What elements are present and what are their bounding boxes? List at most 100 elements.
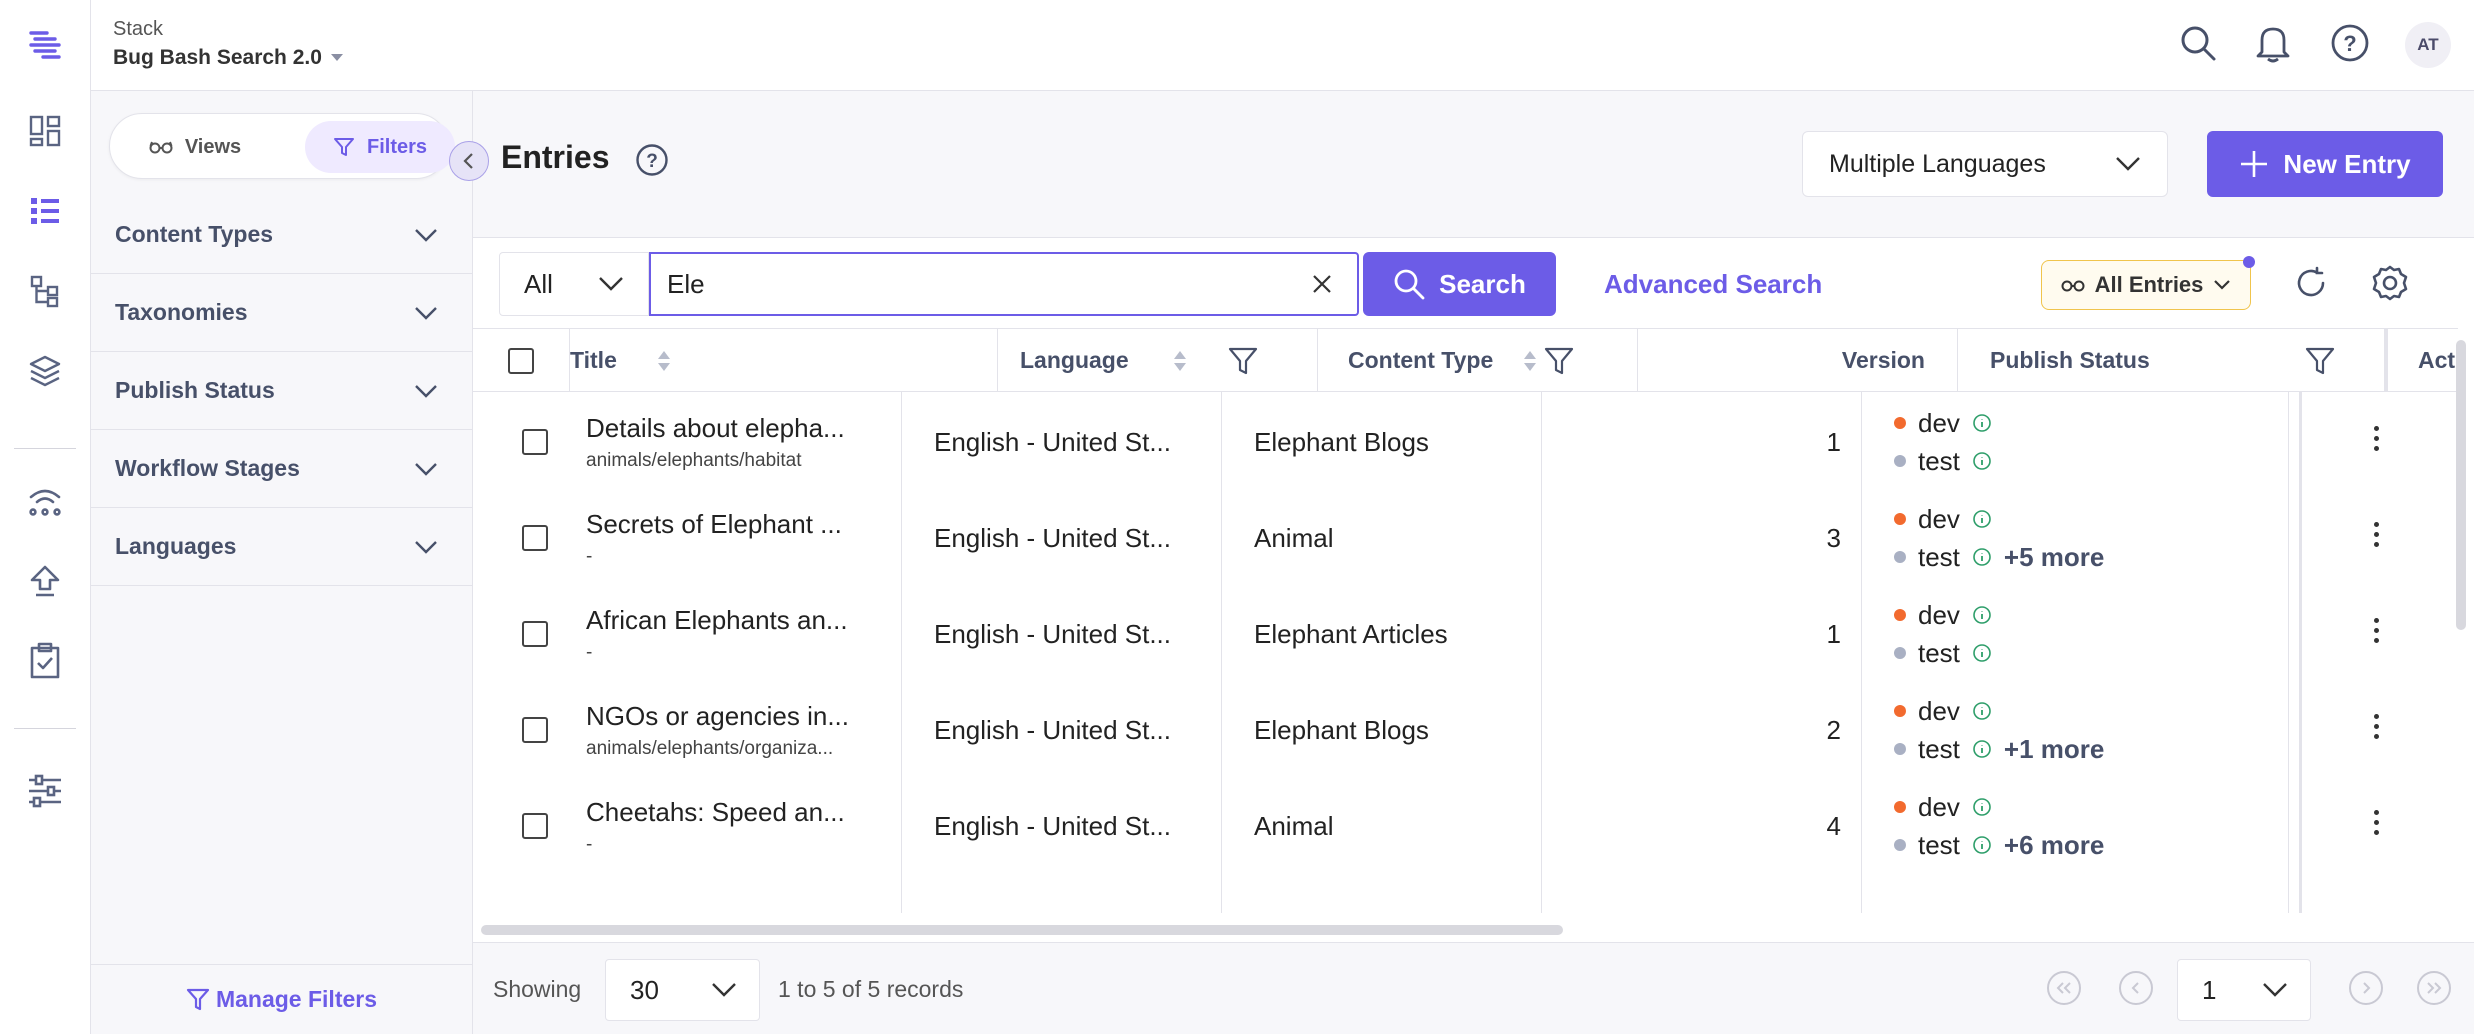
next-page-icon[interactable] bbox=[2349, 971, 2383, 1005]
info-icon[interactable] bbox=[1972, 797, 1992, 817]
per-page-select[interactable]: 30 bbox=[605, 959, 760, 1021]
entry-title[interactable]: Details about elepha... bbox=[586, 413, 845, 444]
info-icon[interactable] bbox=[1972, 605, 1992, 625]
info-icon[interactable] bbox=[1972, 701, 1992, 721]
sort-icon[interactable] bbox=[1173, 350, 1187, 372]
row-actions-menu-icon[interactable] bbox=[2371, 426, 2381, 451]
entry-title-cell[interactable]: NGOs or agencies in... animals/elephants… bbox=[586, 682, 849, 778]
row-actions-menu-icon[interactable] bbox=[2371, 810, 2381, 835]
collapse-panel-button[interactable] bbox=[449, 141, 489, 181]
more-envs[interactable]: +6 more bbox=[2004, 830, 2104, 861]
entry-title-cell[interactable]: Cheetahs: Speed an... - bbox=[586, 778, 845, 874]
gear-icon[interactable] bbox=[2367, 260, 2413, 306]
help-icon[interactable]: ? bbox=[2327, 20, 2373, 66]
publish-status-cell: dev test +1 more bbox=[1894, 682, 2104, 778]
info-icon[interactable] bbox=[1972, 643, 1992, 663]
stack-switcher[interactable]: Bug Bash Search 2.0 bbox=[113, 46, 344, 70]
row-actions-menu-icon[interactable] bbox=[2371, 522, 2381, 547]
vertical-scrollbar[interactable] bbox=[2456, 340, 2466, 630]
env-dot bbox=[1894, 551, 1906, 563]
new-entry-button[interactable]: New Entry bbox=[2207, 131, 2443, 197]
row-checkbox[interactable] bbox=[522, 813, 548, 839]
row-checkbox[interactable] bbox=[522, 621, 548, 647]
row-checkbox[interactable] bbox=[522, 717, 548, 743]
previous-page-icon[interactable] bbox=[2119, 971, 2153, 1005]
refresh-icon[interactable] bbox=[2288, 260, 2334, 306]
row-actions-menu-icon[interactable] bbox=[2371, 618, 2381, 643]
info-icon[interactable] bbox=[1972, 739, 1992, 759]
horizontal-scrollbar[interactable] bbox=[481, 925, 1563, 935]
info-icon[interactable] bbox=[1972, 413, 1992, 433]
filter-section-publish-status[interactable]: Publish Status bbox=[91, 352, 472, 430]
env-dot bbox=[1894, 513, 1906, 525]
last-page-icon[interactable] bbox=[2417, 971, 2451, 1005]
table-row[interactable]: African Elephants an... - English - Unit… bbox=[473, 586, 2458, 682]
funnel-icon bbox=[186, 988, 210, 1010]
entry-url: animals/elephants/habitat bbox=[586, 449, 802, 471]
entry-title-cell[interactable]: Details about elepha... animals/elephant… bbox=[586, 394, 845, 490]
entry-title[interactable]: NGOs or agencies in... bbox=[586, 701, 849, 732]
all-entries-view-select[interactable]: All Entries bbox=[2041, 260, 2251, 310]
funnel-icon[interactable] bbox=[1543, 345, 1575, 377]
search-button[interactable]: Search bbox=[1363, 252, 1556, 316]
table-row[interactable]: Secrets of Elephant ... - English - Unit… bbox=[473, 490, 2458, 586]
clear-icon[interactable] bbox=[1311, 273, 1333, 295]
filter-section-workflow-stages[interactable]: Workflow Stages bbox=[91, 430, 472, 508]
entry-title[interactable]: African Elephants an... bbox=[586, 605, 848, 636]
info-icon[interactable] bbox=[1972, 835, 1992, 855]
assets-icon[interactable] bbox=[22, 348, 68, 394]
entry-title[interactable]: Cheetahs: Speed an... bbox=[586, 797, 845, 828]
first-page-icon[interactable] bbox=[2047, 971, 2081, 1005]
table-row[interactable]: NGOs or agencies in... animals/elephants… bbox=[473, 682, 2458, 778]
column-header-title[interactable]: Title bbox=[570, 329, 998, 392]
dashboard-icon[interactable] bbox=[22, 108, 68, 154]
filter-section-content-types[interactable]: Content Types bbox=[91, 196, 472, 274]
more-envs[interactable]: +5 more bbox=[2004, 542, 2104, 573]
row-checkbox[interactable] bbox=[522, 525, 548, 551]
page-select[interactable]: 1 bbox=[2177, 959, 2311, 1021]
publish-queue-icon[interactable] bbox=[22, 558, 68, 604]
content-models-icon[interactable] bbox=[22, 268, 68, 314]
releases-icon[interactable] bbox=[22, 478, 68, 524]
entry-version: 2 bbox=[1826, 714, 1841, 745]
column-header-publish-status[interactable]: Publish Status bbox=[1958, 329, 2385, 392]
row-actions-menu-icon[interactable] bbox=[2371, 714, 2381, 739]
search-input[interactable]: Ele bbox=[649, 252, 1359, 316]
filters-tab[interactable]: Filters bbox=[305, 121, 455, 173]
entry-title-cell[interactable]: Secrets of Elephant ... - bbox=[586, 490, 842, 586]
settings-icon[interactable] bbox=[22, 768, 68, 814]
entries-table: Title Language Content Type Version Publ… bbox=[473, 328, 2458, 913]
help-icon[interactable]: ? bbox=[635, 143, 669, 177]
publish-status-cell: dev test +5 more bbox=[1894, 490, 2104, 586]
more-envs[interactable]: +1 more bbox=[2004, 734, 2104, 765]
search-scope-select[interactable]: All bbox=[499, 252, 649, 316]
entries-icon[interactable] bbox=[22, 188, 68, 234]
info-icon[interactable] bbox=[1972, 509, 1992, 529]
table-row[interactable]: Details about elepha... animals/elephant… bbox=[473, 394, 2458, 490]
sort-icon[interactable] bbox=[657, 350, 671, 372]
column-header-language[interactable]: Language bbox=[998, 329, 1318, 392]
sort-icon[interactable] bbox=[1523, 350, 1537, 372]
funnel-icon[interactable] bbox=[1227, 345, 1259, 377]
filter-section-languages[interactable]: Languages bbox=[91, 508, 472, 586]
stack-logo-icon[interactable] bbox=[22, 22, 68, 68]
search-icon[interactable] bbox=[2175, 20, 2221, 66]
avatar[interactable]: AT bbox=[2405, 22, 2451, 68]
manage-filters-button[interactable]: Manage Filters bbox=[91, 964, 472, 1034]
entry-title-cell[interactable]: African Elephants an... - bbox=[586, 586, 848, 682]
column-header-content-type[interactable]: Content Type bbox=[1318, 329, 1638, 392]
language-select[interactable]: Multiple Languages bbox=[1802, 131, 2168, 197]
entry-title[interactable]: Secrets of Elephant ... bbox=[586, 509, 842, 540]
filter-section-taxonomies[interactable]: Taxonomies bbox=[91, 274, 472, 352]
select-all-checkbox[interactable] bbox=[508, 347, 534, 374]
main-content: Entries ? Multiple Languages New Entry A… bbox=[473, 91, 2474, 1034]
row-checkbox[interactable] bbox=[522, 429, 548, 455]
info-icon[interactable] bbox=[1972, 547, 1992, 567]
tasks-icon[interactable] bbox=[22, 638, 68, 684]
views-tab[interactable]: Views bbox=[120, 121, 270, 173]
notification-bell-icon[interactable] bbox=[2250, 20, 2296, 66]
table-row[interactable]: Cheetahs: Speed an... - English - United… bbox=[473, 778, 2458, 874]
advanced-search-link[interactable]: Advanced Search bbox=[1604, 269, 1822, 300]
info-icon[interactable] bbox=[1972, 451, 1992, 471]
funnel-icon[interactable] bbox=[2304, 345, 2336, 377]
